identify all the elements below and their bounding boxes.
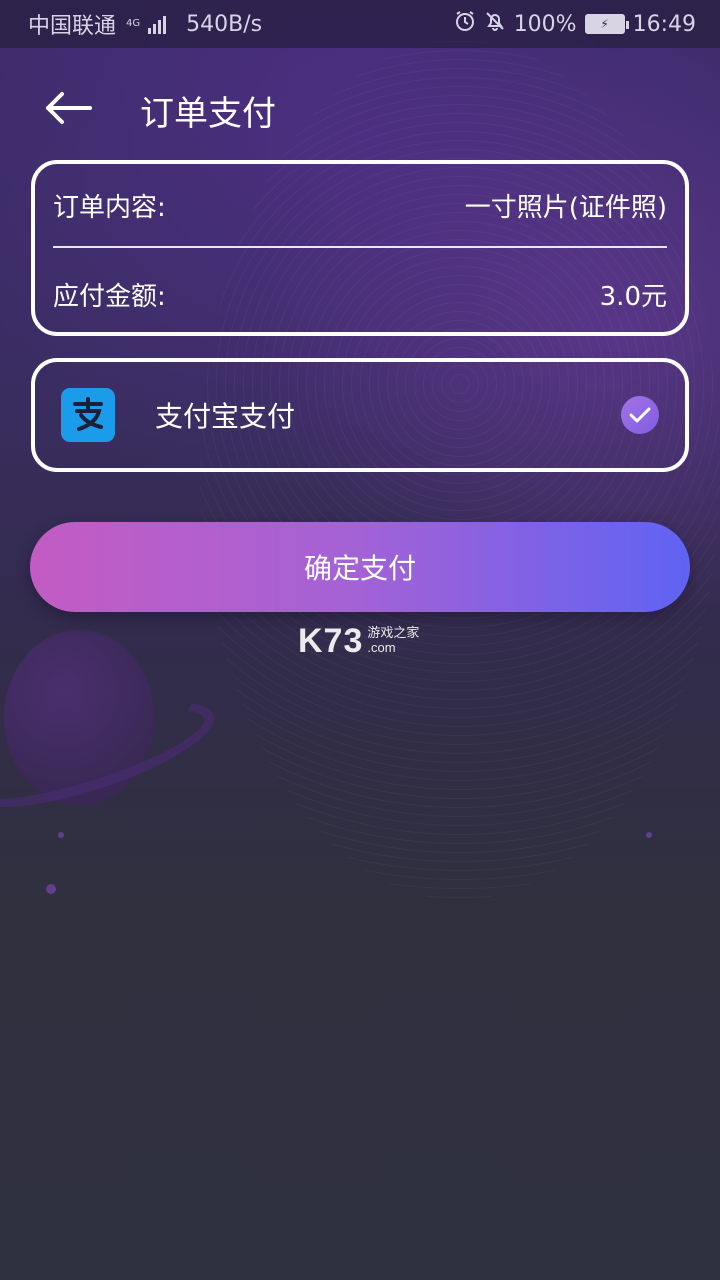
carrier-name: 中国联通: [28, 14, 117, 39]
watermark-brand: K73: [298, 622, 364, 660]
background-dot: [646, 832, 652, 838]
app-header: 订单支付: [0, 70, 720, 150]
watermark-sub-cn: 游戏之家: [367, 626, 420, 641]
order-content-value: 一寸照片(证件照): [464, 192, 667, 223]
payment-method-label: 支付宝支付: [155, 400, 296, 433]
network-type: 4G: [126, 18, 141, 29]
background-dot: [58, 832, 64, 838]
check-icon[interactable]: [621, 396, 659, 434]
background-dot: [46, 884, 56, 894]
battery-percent: 100%: [513, 11, 577, 37]
confirm-payment-button[interactable]: 确定支付: [30, 522, 690, 612]
order-content-label: 订单内容:: [53, 192, 166, 223]
network-speed: 540B/s: [186, 11, 263, 37]
order-amount-label: 应付金额:: [53, 281, 166, 312]
alipay-icon: [61, 388, 115, 442]
signal-icon: [148, 14, 167, 34]
status-bar: 中国联通 4G 540B/s 100% ⚡ 16:49: [0, 0, 720, 48]
order-content-row: 订单内容: 一寸照片(证件照): [53, 164, 667, 248]
battery-icon: ⚡: [584, 14, 629, 34]
payment-method-alipay[interactable]: 支付宝支付: [31, 358, 689, 472]
order-amount-row: 应付金额: 3.0元: [53, 252, 667, 336]
watermark-sub-com: .com: [367, 640, 396, 655]
clock: 16:49: [632, 11, 696, 37]
arrow-left-icon: [44, 91, 92, 129]
back-button[interactable]: [0, 70, 140, 150]
order-amount-value: 3.0元: [599, 281, 667, 312]
watermark-sub: 游戏之家 .com: [367, 626, 419, 655]
watermark-logo: K73 游戏之家 .com: [298, 622, 419, 660]
page-title: 订单支付: [140, 93, 276, 134]
order-info-card: 订单内容: 一寸照片(证件照) 应付金额: 3.0元: [31, 160, 689, 336]
mute-bell-icon: [484, 10, 506, 38]
alarm-icon: [454, 10, 476, 38]
